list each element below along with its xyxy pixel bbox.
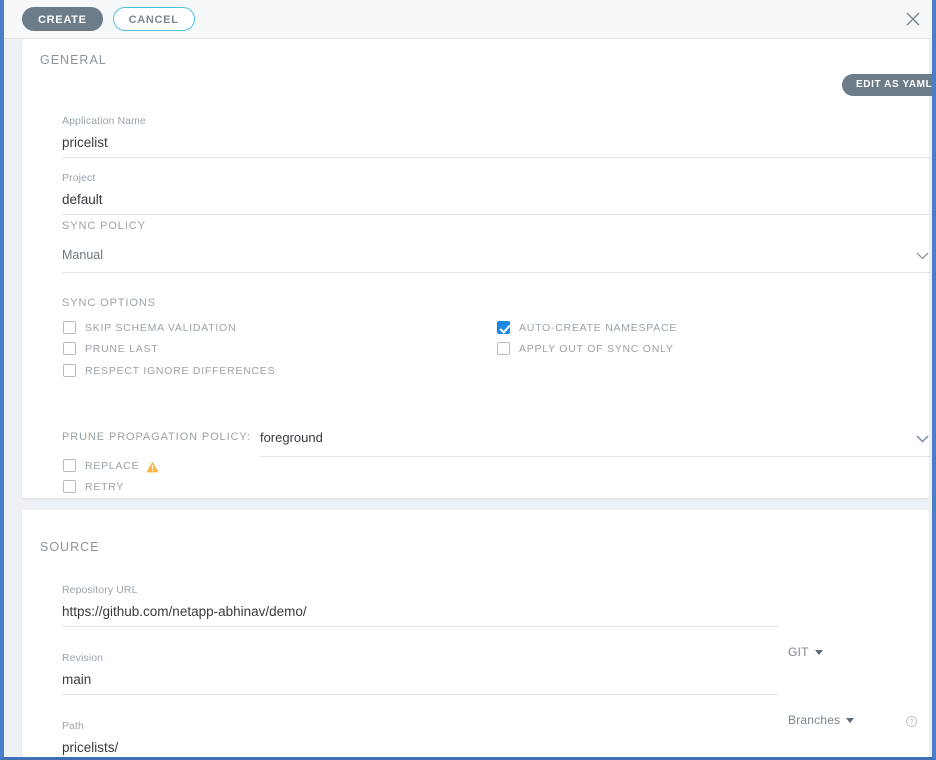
checkbox-box[interactable] (63, 342, 76, 355)
prune-propagation-policy-field[interactable]: PRUNE PROPAGATION POLICY: foreground (62, 429, 931, 457)
checkbox-label: AUTO-CREATE NAMESPACE (519, 321, 678, 334)
checkbox-box[interactable] (63, 480, 76, 493)
repo-type-dropdown-label: GIT (788, 645, 809, 659)
repository-url-field[interactable]: Repository URL https://github.com/netapp… (62, 584, 779, 627)
source-section-card: SOURCE Repository URL https://github.com… (22, 510, 929, 757)
dialog-toolbar: CREATE CANCEL (4, 0, 932, 39)
sync-options-label: SYNC OPTIONS (62, 297, 156, 309)
repository-url-label: Repository URL (62, 584, 138, 596)
sync-policy-value: Manual (62, 248, 103, 262)
checkbox-label: RESPECT IGNORE DIFFERENCES (85, 364, 276, 377)
warning-icon (146, 460, 159, 472)
checkbox-retry[interactable]: RETRY (63, 480, 124, 493)
checkbox-label: REPLACE (85, 459, 140, 472)
repository-url-input[interactable]: https://github.com/netapp-abhinav/demo/ (62, 604, 779, 627)
cancel-button[interactable]: CANCEL (112, 7, 195, 31)
path-field[interactable]: Path pricelists/ (62, 720, 931, 757)
sync-policy-field[interactable]: SYNC POLICY Manual (62, 220, 931, 273)
create-application-dialog: CREATE CANCEL GENERAL Application Name p… (0, 0, 936, 760)
checkbox-label: PRUNE LAST (85, 342, 159, 355)
checkbox-label: RETRY (85, 480, 125, 493)
create-button[interactable]: CREATE (22, 7, 103, 31)
caret-down-icon (814, 649, 823, 655)
checkbox-box[interactable] (497, 321, 510, 334)
project-field[interactable]: Project default (62, 172, 931, 215)
application-name-field[interactable]: Application Name pricelist (62, 115, 931, 158)
project-label: Project (62, 172, 96, 184)
checkbox-box[interactable] (63, 321, 76, 334)
revision-label: Revision (62, 652, 104, 664)
prune-propagation-policy-value: foreground (259, 430, 323, 445)
path-input[interactable]: pricelists/ (62, 740, 931, 757)
project-input[interactable]: default (62, 192, 931, 215)
help-icon[interactable]: ? (906, 714, 917, 727)
checkbox-auto-create-namespace[interactable]: AUTO-CREATE NAMESPACE (497, 321, 677, 334)
revision-field[interactable]: Revision main (62, 652, 779, 695)
edit-as-yaml-button[interactable]: EDIT AS YAML (842, 74, 932, 96)
form-scroll-area[interactable]: GENERAL Application Name pricelist Proje… (4, 39, 932, 757)
path-label: Path (62, 720, 84, 732)
general-section-card: GENERAL Application Name pricelist Proje… (22, 39, 931, 498)
chevron-down-icon (916, 247, 929, 260)
revision-input[interactable]: main (62, 672, 779, 695)
chevron-down-icon (916, 430, 929, 443)
application-name-input[interactable]: pricelist (62, 135, 931, 158)
general-section-title: GENERAL (40, 53, 107, 67)
sync-policy-label: SYNC POLICY (62, 220, 146, 232)
checkbox-respect-ignore-differences[interactable]: RESPECT IGNORE DIFFERENCES (63, 364, 275, 377)
sync-policy-select[interactable]: Manual (62, 246, 931, 273)
checkbox-box[interactable] (63, 459, 76, 472)
checkbox-replace[interactable]: REPLACE (63, 459, 159, 472)
svg-text:?: ? (910, 719, 914, 726)
checkbox-box[interactable] (497, 342, 510, 355)
checkbox-label: APPLY OUT OF SYNC ONLY (519, 342, 674, 355)
source-section-title: SOURCE (40, 540, 100, 554)
repo-type-dropdown[interactable]: GIT (788, 645, 823, 659)
prune-propagation-policy-label: PRUNE PROPAGATION POLICY: (62, 431, 251, 443)
application-name-label: Application Name (62, 115, 146, 127)
checkbox-prune-last[interactable]: PRUNE LAST (63, 342, 158, 355)
checkbox-skip-schema-validation[interactable]: SKIP SCHEMA VALIDATION (63, 321, 236, 334)
close-icon[interactable] (903, 9, 923, 29)
prune-propagation-policy-select[interactable]: foreground (259, 429, 931, 457)
checkbox-label: SKIP SCHEMA VALIDATION (85, 321, 237, 334)
checkbox-box[interactable] (63, 364, 76, 377)
checkbox-apply-out-of-sync-only[interactable]: APPLY OUT OF SYNC ONLY (497, 342, 674, 355)
